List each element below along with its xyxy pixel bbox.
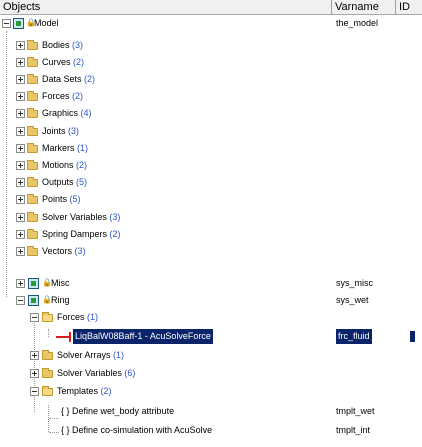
expand-toggle[interactable]	[30, 351, 39, 360]
collapse-toggle[interactable]	[30, 313, 39, 322]
system-icon	[28, 278, 39, 289]
tree-item-label: Templates (2)	[57, 386, 112, 396]
tree-row-model[interactable]: 🔒 Model the_model	[0, 16, 422, 31]
selected-force-label: LiqBalW08Baff-1 - AcuSolveForce	[73, 329, 213, 344]
tree-item-label: Motions (2)	[42, 160, 88, 170]
tree-row-markers[interactable]: Markers (1)	[0, 141, 422, 156]
tree-item-label: Forces (2)	[42, 91, 84, 101]
tree-item-label: Forces (1)	[57, 312, 99, 322]
tree-item-label: Curves (2)	[42, 57, 85, 67]
tree-item-label: Solver Variables (6)	[57, 368, 136, 378]
folder-icon	[27, 246, 38, 256]
expand-toggle[interactable]	[16, 75, 25, 84]
template-label: { } Define co-simulation with AcuSolve	[61, 425, 213, 435]
tree-item-label: Outputs (5)	[42, 177, 88, 187]
tree-item-label: Bodies (3)	[42, 40, 84, 50]
expand-toggle[interactable]	[16, 41, 25, 50]
tree-row-template[interactable]: { } Define wet_body attribute tmplt_wet	[0, 404, 422, 419]
open-folder-icon	[42, 386, 53, 396]
expand-toggle[interactable]	[16, 230, 25, 239]
folder-icon	[27, 57, 38, 67]
model-varname: the_model	[336, 18, 379, 28]
tree-row-solver-arrays[interactable]: Solver Arrays (1)	[0, 348, 422, 363]
column-header: Objects Varname ID	[0, 0, 422, 15]
tree-row-points[interactable]: Points (5)	[0, 192, 422, 207]
folder-icon	[42, 350, 53, 360]
tree-row-outputs[interactable]: Outputs (5)	[0, 175, 422, 190]
ring-label: Ring	[51, 295, 70, 305]
expand-toggle[interactable]	[16, 279, 25, 288]
selected-force-id	[410, 331, 415, 342]
expand-toggle[interactable]	[16, 247, 25, 256]
tree-row-misc[interactable]: 🔒 Misc sys_misc	[0, 276, 422, 291]
folder-icon	[27, 143, 38, 153]
expand-toggle[interactable]	[16, 213, 25, 222]
template-varname: tmplt_int	[336, 425, 371, 435]
tree-item-label: Joints (3)	[42, 126, 80, 136]
tree-row-motions[interactable]: Motions (2)	[0, 158, 422, 173]
folder-icon	[27, 126, 38, 136]
tree-row-template[interactable]: { } Define co-simulation with AcuSolve t…	[0, 423, 422, 438]
collapse-toggle[interactable]	[2, 19, 11, 28]
tree-row-selected-force[interactable]: LiqBalW08Baff-1 - AcuSolveForce frc_flui…	[0, 329, 422, 344]
folder-icon	[27, 160, 38, 170]
tree-row-ring[interactable]: 🔒 Ring sys_wet	[0, 293, 422, 308]
tree-row-data-sets[interactable]: Data Sets (2)	[0, 72, 422, 87]
model-system-icon	[13, 18, 24, 29]
template-varname: tmplt_wet	[336, 406, 375, 416]
expand-toggle[interactable]	[16, 144, 25, 153]
tree-item-label: Solver Arrays (1)	[57, 350, 125, 360]
tree-item-label: Vectors (3)	[42, 246, 86, 256]
folder-icon	[27, 194, 38, 204]
tree-item-label: Graphics (4)	[42, 108, 92, 118]
tree-item-label: Data Sets (2)	[42, 74, 96, 84]
expand-toggle[interactable]	[16, 109, 25, 118]
expand-toggle[interactable]	[16, 178, 25, 187]
folder-icon	[27, 108, 38, 118]
model-label: Model	[34, 18, 59, 28]
expand-toggle[interactable]	[16, 195, 25, 204]
selected-force-varname[interactable]: frc_fluid	[336, 329, 372, 344]
template-label: { } Define wet_body attribute	[61, 406, 175, 416]
expand-toggle[interactable]	[16, 92, 25, 101]
expand-toggle[interactable]	[16, 161, 25, 170]
collapse-toggle[interactable]	[16, 296, 25, 305]
folder-icon	[42, 368, 53, 378]
force-icon	[56, 332, 71, 342]
system-icon	[28, 295, 39, 306]
open-folder-icon	[42, 312, 53, 322]
tree-row-templates[interactable]: Templates (2)	[0, 384, 422, 399]
folder-icon	[27, 40, 38, 50]
tree-row-spring-dampers[interactable]: Spring Dampers (2)	[0, 227, 422, 242]
objects-column-header[interactable]: Objects	[0, 0, 332, 15]
id-column-header[interactable]: ID	[396, 0, 422, 15]
ring-varname: sys_wet	[336, 295, 369, 305]
expand-toggle[interactable]	[16, 58, 25, 67]
tree-item-label: Markers (1)	[42, 143, 89, 153]
folder-icon	[27, 229, 38, 239]
expand-toggle[interactable]	[16, 127, 25, 136]
tree-row-forces[interactable]: Forces (2)	[0, 89, 422, 104]
folder-icon	[27, 177, 38, 187]
folder-icon	[27, 212, 38, 222]
tree-row-ring-solver-variables[interactable]: Solver Variables (6)	[0, 366, 422, 381]
tree-row-joints[interactable]: Joints (3)	[0, 124, 422, 139]
folder-icon	[27, 91, 38, 101]
misc-varname: sys_misc	[336, 278, 374, 288]
tree-item-label: Points (5)	[42, 194, 81, 204]
tree-row-curves[interactable]: Curves (2)	[0, 55, 422, 70]
expand-toggle[interactable]	[30, 369, 39, 378]
tree-item-label: Spring Dampers (2)	[42, 229, 121, 239]
tree-row-vectors[interactable]: Vectors (3)	[0, 244, 422, 259]
tree-row-solver-variables[interactable]: Solver Variables (3)	[0, 210, 422, 225]
varname-column-header[interactable]: Varname	[332, 0, 396, 15]
tree-row-bodies[interactable]: Bodies (3)	[0, 38, 422, 53]
tree-item-label: Solver Variables (3)	[42, 212, 121, 222]
misc-label: Misc	[51, 278, 70, 288]
tree-row-ring-forces[interactable]: Forces (1)	[0, 310, 422, 325]
collapse-toggle[interactable]	[30, 387, 39, 396]
folder-icon	[27, 74, 38, 84]
tree-row-graphics[interactable]: Graphics (4)	[0, 106, 422, 121]
